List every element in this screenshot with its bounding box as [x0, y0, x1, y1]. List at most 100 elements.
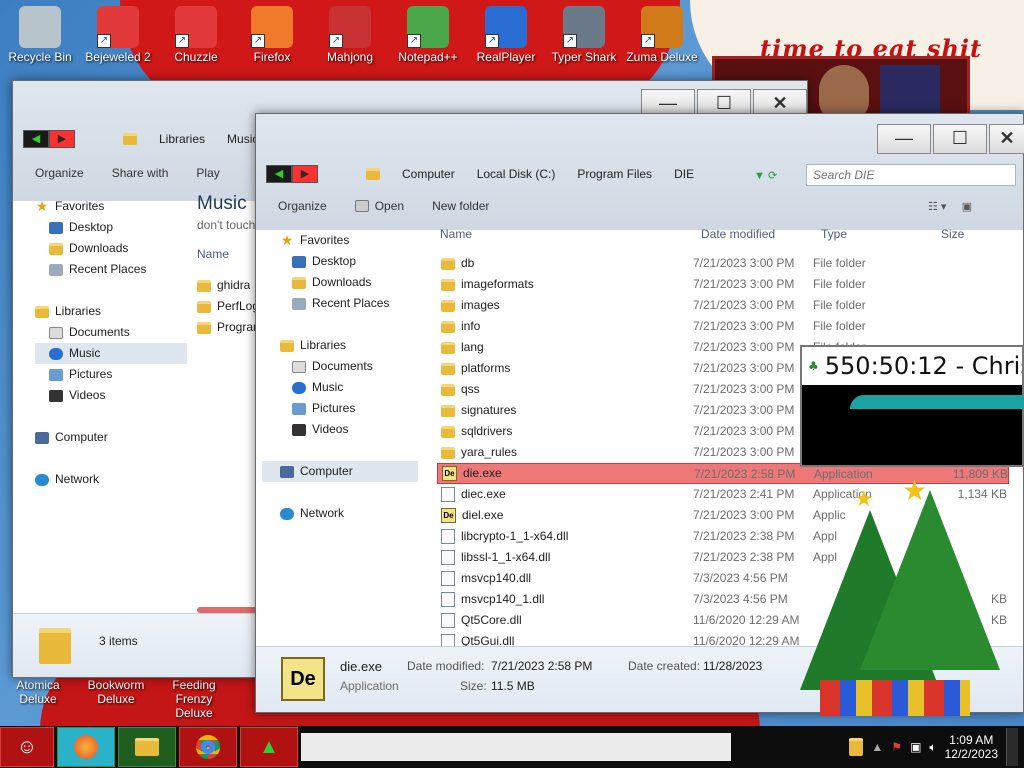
maximize-button[interactable]: ☐	[933, 124, 987, 154]
table-row[interactable]: info 7/21/2023 3:00 PM File folder	[437, 316, 1009, 337]
nav-downloads[interactable]: Downloads	[35, 238, 187, 259]
view-options-icon[interactable]: ☷ ▾ ▣	[928, 200, 972, 213]
desktop-icon[interactable]: ↗ Chuzzle	[158, 6, 234, 64]
search-input[interactable]	[806, 164, 1016, 186]
desktop-icon[interactable]: Atomica Deluxe	[0, 678, 76, 706]
list-item[interactable]: Program	[197, 317, 263, 338]
breadcrumb-program-files[interactable]: Program Files	[577, 167, 652, 181]
nav-network[interactable]: Network	[35, 469, 187, 490]
videos-icon	[292, 423, 306, 436]
table-row[interactable]: images 7/21/2023 3:00 PM File folder	[437, 295, 1009, 316]
details-file-kind: Application	[340, 679, 399, 693]
tray-volume-icon[interactable]: 🔈︎	[929, 740, 936, 755]
start-button[interactable]: ☺	[0, 727, 54, 767]
nav-desktop[interactable]: Desktop	[280, 251, 420, 272]
taskbar-chrome[interactable]	[179, 727, 237, 767]
file-icon	[441, 550, 455, 565]
share-with-menu[interactable]: Share with	[112, 166, 169, 180]
nav-downloads[interactable]: Downloads	[280, 272, 420, 293]
nav-buttons: ◀ ▶	[23, 130, 75, 148]
breadcrumb-computer[interactable]: Computer	[402, 167, 455, 181]
nav-favorites[interactable]: ★ Favorites	[35, 196, 187, 217]
minimize-button[interactable]: —	[877, 124, 931, 154]
computer-icon	[280, 465, 294, 478]
desktop-icon[interactable]: ↗ RealPlayer	[468, 6, 544, 64]
network-icon	[35, 473, 49, 486]
play-menu[interactable]: Play	[196, 166, 219, 180]
folder-icon	[197, 279, 211, 292]
details-created-label: Date created:	[628, 659, 701, 673]
list-item[interactable]: ghidra	[197, 275, 263, 296]
organize-menu[interactable]: Organize	[278, 199, 327, 213]
nav-favorites[interactable]: ★ Favorites	[280, 230, 420, 251]
desktop-icon[interactable]: Recycle Bin	[2, 6, 78, 64]
nav-pictures[interactable]: Pictures	[35, 364, 187, 385]
tray-overflow-icon[interactable]: ▲	[871, 740, 883, 754]
details-size-value: 11.5 MB	[491, 679, 535, 693]
documents-icon	[49, 326, 63, 339]
nav-libraries[interactable]: Libraries	[35, 301, 187, 322]
breadcrumb[interactable]: Computer Local Disk (C:) Program Files D…	[366, 167, 694, 181]
new-folder-button[interactable]: New folder	[432, 199, 489, 213]
breadcrumb-local-disk[interactable]: Local Disk (C:)	[477, 167, 556, 181]
navigation-pane: ★ Favorites Desktop Downloads Recent Plac…	[262, 230, 420, 524]
nav-computer[interactable]: Computer	[262, 461, 418, 482]
desktop-icon[interactable]: Feeding Frenzy Deluxe	[156, 678, 232, 720]
file-name: diec.exe	[461, 487, 506, 501]
desktop-icon[interactable]: ↗ Mahjong	[312, 6, 388, 64]
desktop-icon[interactable]: ↗ Firefox	[234, 6, 310, 64]
table-row[interactable]: db 7/21/2023 3:00 PM File folder	[437, 253, 1009, 274]
nav-videos[interactable]: Videos	[35, 385, 187, 406]
desktop-icon[interactable]: ↗ Bejeweled 2	[80, 6, 156, 64]
column-header-type[interactable]: Type	[821, 227, 941, 247]
tray-folder-icon[interactable]	[849, 738, 864, 756]
nav-music[interactable]: Music	[35, 343, 187, 364]
list-item[interactable]: PerfLog	[197, 296, 263, 317]
nav-desktop[interactable]: Desktop	[35, 217, 187, 238]
refresh-icon[interactable]: ▼ ⟳	[754, 169, 777, 182]
taskbar-tree-app[interactable]: ▲	[240, 727, 298, 767]
breadcrumb-die[interactable]: DIE	[674, 167, 694, 181]
file-icon	[441, 487, 455, 502]
breadcrumb-item[interactable]: Libraries	[159, 132, 205, 146]
column-header-name[interactable]: Name	[440, 227, 701, 247]
tray-network-icon[interactable]: ▣	[910, 740, 921, 754]
nav-documents[interactable]: Documents	[280, 356, 420, 377]
tray-flag-icon[interactable]: ⚑	[891, 740, 902, 754]
table-row[interactable]: imageformats 7/21/2023 3:00 PM File folder	[437, 274, 1009, 295]
show-desktop-button[interactable]	[1006, 728, 1018, 766]
nav-recent-places[interactable]: Recent Places	[35, 259, 187, 280]
desktop-icon[interactable]: ↗ Typer Shark	[546, 6, 622, 64]
file-name: images	[461, 298, 500, 312]
forward-button[interactable]: ▶	[49, 130, 75, 148]
nav-network[interactable]: Network	[280, 503, 420, 524]
nav-pictures[interactable]: Pictures	[280, 398, 420, 419]
desktop-icon[interactable]: ↗ Zuma Deluxe	[624, 6, 700, 64]
breadcrumb-item[interactable]: Music	[227, 132, 258, 146]
desktop-icon[interactable]: Bookworm Deluxe	[78, 678, 154, 706]
breadcrumb[interactable]: Libraries Music	[123, 132, 258, 146]
nav-computer[interactable]: Computer	[35, 427, 187, 448]
taskbar-explorer[interactable]	[118, 727, 176, 767]
forward-button[interactable]: ▶	[292, 165, 318, 183]
file-icon	[441, 529, 455, 544]
nav-documents[interactable]: Documents	[35, 322, 187, 343]
nav-videos[interactable]: Videos	[280, 419, 420, 440]
desktop-icon[interactable]: ↗ Notepad++	[390, 6, 466, 64]
organize-menu[interactable]: Organize	[35, 166, 84, 180]
column-header-size[interactable]: Size	[941, 227, 1001, 247]
column-header-date[interactable]: Date modified	[701, 227, 821, 247]
large-folder-icon	[39, 628, 71, 664]
open-button[interactable]: Open	[354, 199, 404, 213]
nav-recent-places[interactable]: Recent Places	[280, 293, 420, 314]
timer-overlay-window[interactable]: ♣ 550:50:12 - Christ	[800, 345, 1024, 467]
close-button[interactable]: ✕	[989, 124, 1024, 154]
column-header-name[interactable]: Name	[197, 247, 229, 261]
nav-libraries[interactable]: Libraries	[280, 335, 420, 356]
back-button[interactable]: ◀	[266, 165, 292, 183]
open-icon	[354, 200, 369, 212]
taskbar-firefox[interactable]	[57, 727, 115, 767]
clock[interactable]: 1:09 AM 12/2/2023	[945, 733, 998, 761]
back-button[interactable]: ◀	[23, 130, 49, 148]
nav-music[interactable]: Music	[280, 377, 420, 398]
